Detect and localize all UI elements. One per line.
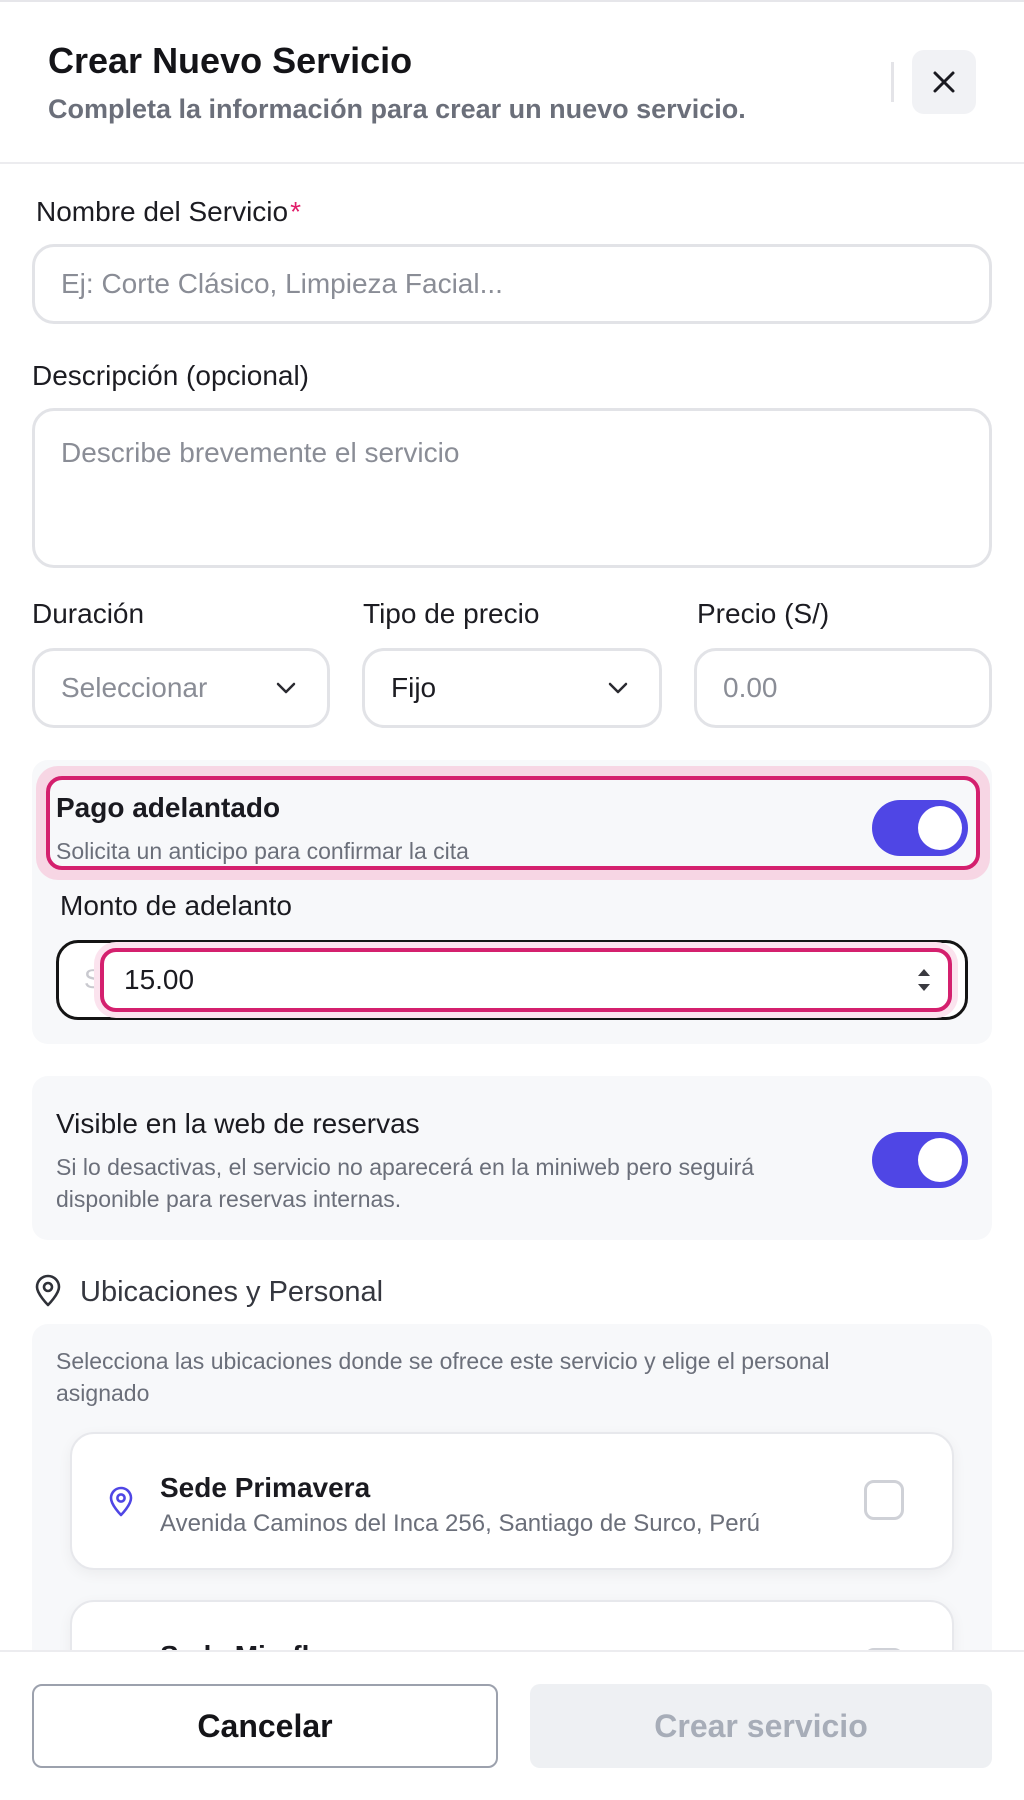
cancel-button[interactable]: Cancelar bbox=[32, 1684, 498, 1768]
visibility-description-line1: Si lo desactivas, el servicio no aparece… bbox=[56, 1154, 755, 1180]
location-checkbox[interactable] bbox=[864, 1480, 904, 1520]
required-asterisk: * bbox=[290, 196, 302, 227]
close-icon bbox=[933, 71, 955, 93]
toggle-knob bbox=[918, 1138, 962, 1182]
price-input[interactable]: 0.00 bbox=[694, 648, 992, 728]
service-name-input[interactable]: Ej: Corte Clásico, Limpieza Facial... bbox=[32, 244, 992, 324]
location-address: Avenida Caminos del Inca 256, Santiago d… bbox=[160, 1510, 760, 1537]
description-placeholder: Describe brevemente el servicio bbox=[61, 437, 460, 468]
advance-amount-value: 15.00 bbox=[124, 964, 195, 995]
locations-title: Ubicaciones y Personal bbox=[80, 1276, 384, 1308]
advance-amount-label: Monto de adelanto bbox=[60, 890, 292, 921]
location-item[interactable]: Sede Primavera Avenida Caminos del Inca … bbox=[70, 1432, 954, 1570]
visibility-description-line2: disponible para reservas internas. bbox=[56, 1186, 402, 1212]
service-name-placeholder: Ej: Corte Clásico, Limpieza Facial... bbox=[61, 268, 503, 299]
price-type-label: Tipo de precio bbox=[363, 598, 540, 629]
modal-header: Crear Nuevo Servicio Completa la informa… bbox=[0, 0, 1024, 164]
advance-payment-subtitle: Solicita un anticipo para confirmar la c… bbox=[56, 838, 469, 864]
toggle-knob bbox=[918, 806, 962, 850]
description-label: Descripción (opcional) bbox=[32, 360, 310, 391]
price-type-select[interactable]: Fijo bbox=[362, 648, 662, 728]
duration-select[interactable]: Seleccionar bbox=[32, 648, 330, 728]
chevron-down-icon bbox=[276, 682, 296, 694]
price-placeholder: 0.00 bbox=[723, 672, 778, 703]
advance-payment-toggle[interactable] bbox=[872, 800, 968, 856]
header-divider bbox=[891, 62, 894, 102]
chevron-down-icon bbox=[608, 682, 628, 694]
number-spinner-icon[interactable] bbox=[914, 963, 934, 997]
modal-title: Crear Nuevo Servicio bbox=[48, 40, 413, 81]
duration-label: Duración bbox=[32, 598, 145, 629]
price-label: Precio (S/) bbox=[697, 598, 830, 629]
duration-value: Seleccionar bbox=[61, 672, 208, 703]
location-pin-icon bbox=[109, 1486, 133, 1517]
modal-subtitle: Completa la información para crear un nu… bbox=[48, 94, 746, 124]
close-button[interactable] bbox=[912, 50, 976, 114]
locations-intro-line2: asignado bbox=[56, 1380, 150, 1406]
service-name-label: Nombre del Servicio* bbox=[36, 196, 302, 227]
advance-amount-input[interactable]: 15.00 bbox=[100, 948, 952, 1012]
description-textarea[interactable]: Describe brevemente el servicio bbox=[32, 408, 992, 568]
visibility-title: Visible en la web de reservas bbox=[56, 1108, 420, 1139]
create-service-button[interactable]: Crear servicio bbox=[530, 1684, 992, 1768]
locations-intro-line1: Selecciona las ubicaciones donde se ofre… bbox=[56, 1348, 830, 1374]
location-name: Sede Primavera bbox=[160, 1472, 371, 1503]
location-pin-icon bbox=[35, 1274, 61, 1307]
advance-payment-title: Pago adelantado bbox=[56, 792, 281, 823]
visibility-toggle[interactable] bbox=[872, 1132, 968, 1188]
price-type-value: Fijo bbox=[391, 672, 437, 703]
